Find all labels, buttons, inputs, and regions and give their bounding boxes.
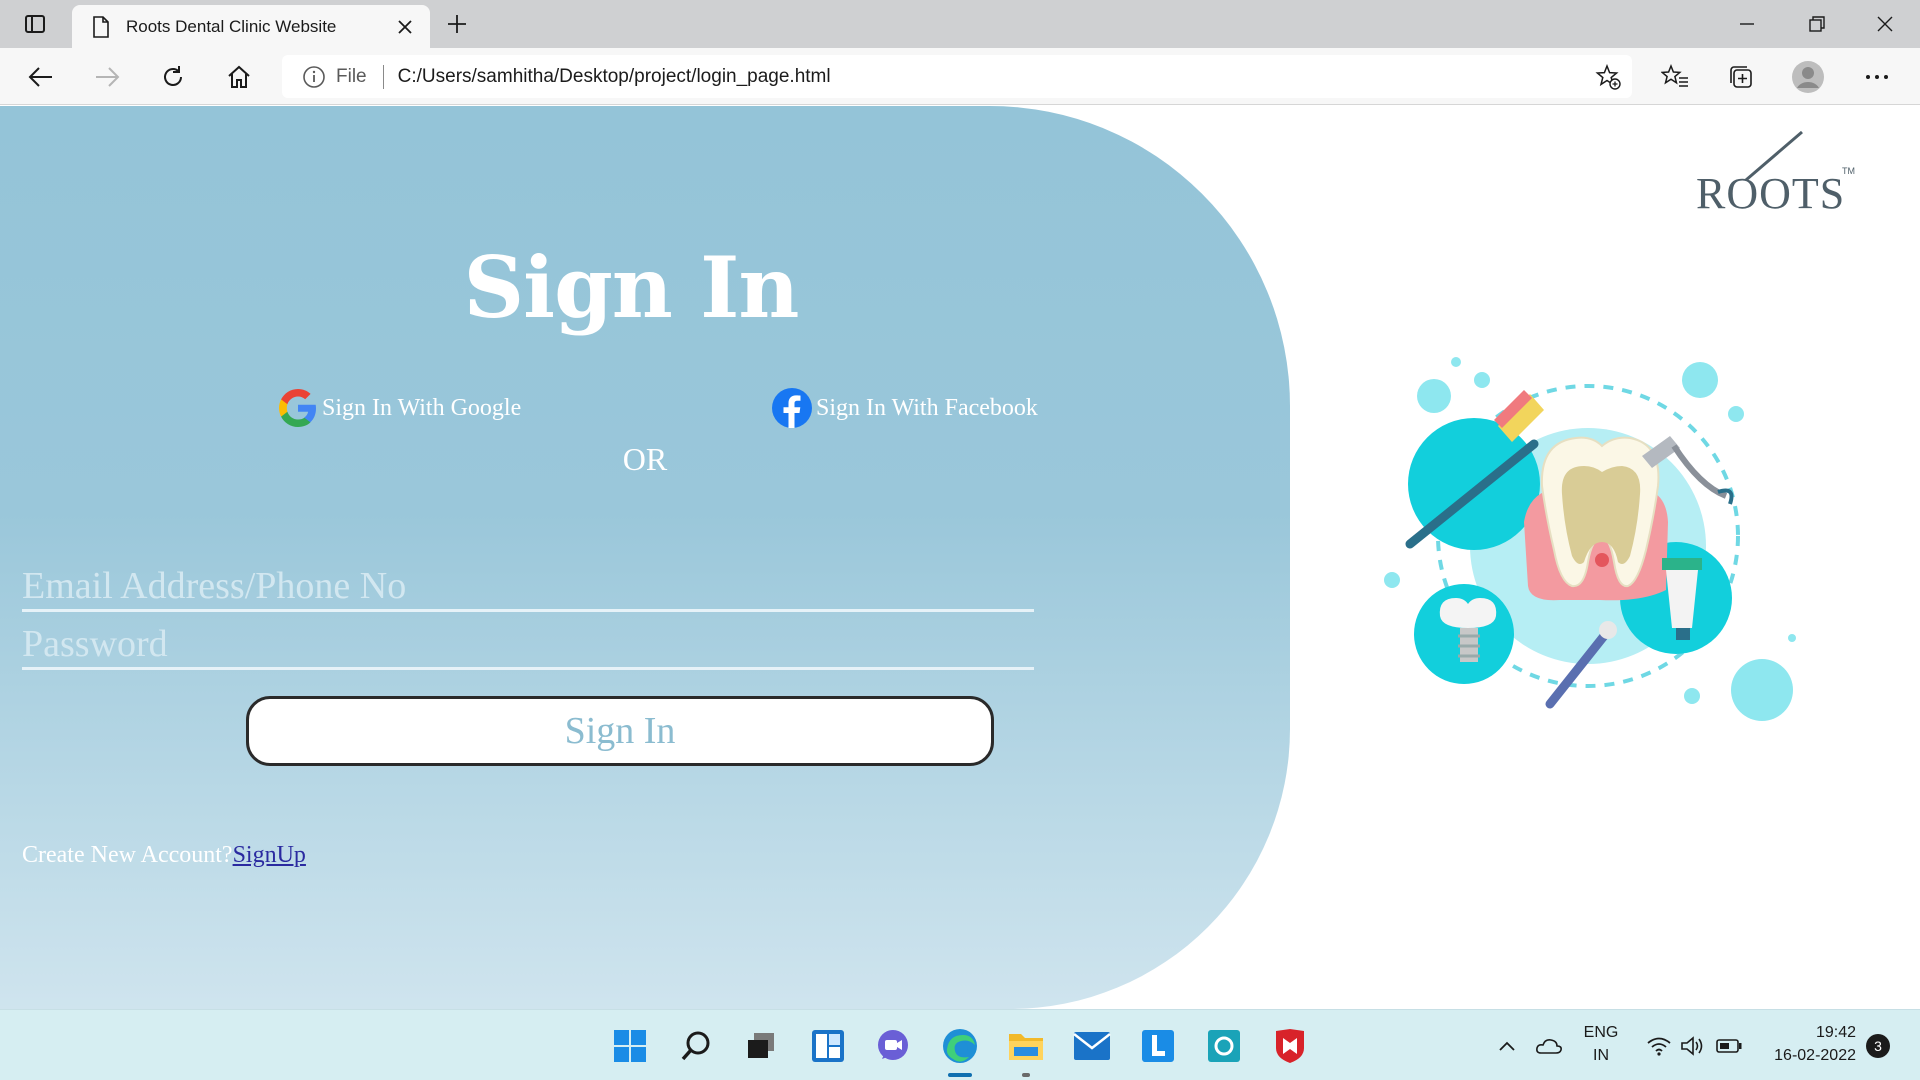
file-explorer-button[interactable] bbox=[1005, 1025, 1047, 1067]
chevron-up-icon bbox=[1499, 1041, 1515, 1051]
edge-icon bbox=[943, 1029, 977, 1063]
windows-logo-icon bbox=[614, 1030, 646, 1062]
onedrive-button[interactable] bbox=[1532, 1025, 1566, 1067]
close-tab-button[interactable] bbox=[394, 16, 416, 38]
dental-illustration bbox=[1384, 357, 1796, 721]
mcafee-button[interactable] bbox=[1269, 1025, 1311, 1067]
restore-button[interactable] bbox=[1782, 0, 1852, 48]
tab-title: Roots Dental Clinic Website bbox=[126, 16, 337, 36]
back-button[interactable] bbox=[22, 58, 60, 96]
task-view-icon bbox=[748, 1033, 774, 1058]
browser-tab-bar: Roots Dental Clinic Website bbox=[0, 0, 1920, 48]
restore-icon bbox=[1809, 16, 1825, 32]
refresh-icon bbox=[164, 66, 182, 86]
volume-button[interactable] bbox=[1678, 1025, 1708, 1067]
signin-heading: Sign In bbox=[463, 238, 800, 337]
refresh-button[interactable] bbox=[154, 58, 192, 96]
clock-time[interactable]: 19:42 bbox=[1756, 1024, 1856, 1042]
forward-button[interactable] bbox=[88, 58, 126, 96]
app-l-button[interactable] bbox=[1137, 1025, 1179, 1067]
create-account-text: Create New Account? bbox=[22, 842, 233, 868]
tab-actions-icon bbox=[25, 15, 45, 33]
back-arrow-icon bbox=[28, 67, 52, 87]
minimize-button[interactable] bbox=[1712, 0, 1782, 48]
logo-text: ROOTS bbox=[1696, 169, 1846, 218]
more-icon bbox=[1866, 75, 1888, 79]
favorites-icon bbox=[1661, 64, 1688, 87]
home-icon bbox=[228, 65, 250, 88]
google-icon bbox=[279, 389, 316, 427]
windows-taskbar: ENG IN 19:42 16-02-2022 bbox=[0, 1009, 1920, 1080]
chat-icon bbox=[878, 1030, 908, 1060]
collections-button[interactable] bbox=[1722, 58, 1760, 96]
close-icon bbox=[1877, 16, 1893, 32]
close-window-button[interactable] bbox=[1850, 0, 1920, 48]
password-input[interactable] bbox=[22, 620, 1034, 670]
clock-date[interactable]: 16-02-2022 bbox=[1756, 1047, 1856, 1065]
favorites-button[interactable] bbox=[1656, 58, 1694, 96]
input-language[interactable]: ENG bbox=[1578, 1024, 1624, 1042]
folder-icon bbox=[1009, 1034, 1043, 1060]
battery-button[interactable] bbox=[1714, 1025, 1744, 1067]
input-region[interactable]: IN bbox=[1578, 1047, 1624, 1065]
page-icon bbox=[93, 15, 109, 38]
active-app-indicator bbox=[948, 1073, 972, 1077]
battery-icon bbox=[1716, 1039, 1742, 1053]
edge-button[interactable] bbox=[939, 1025, 981, 1067]
letter-l-app-icon bbox=[1142, 1030, 1174, 1062]
widgets-button[interactable] bbox=[807, 1025, 849, 1067]
profile-button[interactable] bbox=[1789, 58, 1827, 96]
more-options-button[interactable] bbox=[1858, 58, 1896, 96]
speaker-icon bbox=[1681, 1036, 1703, 1056]
wifi-icon bbox=[1647, 1037, 1671, 1056]
cortana-icon bbox=[1208, 1030, 1240, 1062]
mail-button[interactable] bbox=[1071, 1025, 1113, 1067]
search-button[interactable] bbox=[675, 1025, 717, 1067]
or-divider-label: OR bbox=[622, 441, 668, 477]
new-tab-button[interactable] bbox=[442, 9, 472, 39]
collections-icon bbox=[1730, 66, 1752, 88]
widgets-icon bbox=[812, 1030, 844, 1062]
address-bar[interactable]: File C:/Users/samhitha/Desktop/project/l… bbox=[282, 55, 1632, 98]
notification-badge[interactable]: 3 bbox=[1866, 1034, 1890, 1058]
wifi-button[interactable] bbox=[1644, 1025, 1674, 1067]
avatar-icon bbox=[1792, 61, 1824, 93]
address-url[interactable]: C:/Users/samhitha/Desktop/project/login_… bbox=[398, 66, 831, 88]
browser-toolbar: File C:/Users/samhitha/Desktop/project/l… bbox=[0, 48, 1920, 105]
info-icon[interactable] bbox=[302, 65, 326, 89]
browser-tab[interactable]: Roots Dental Clinic Website bbox=[72, 5, 430, 48]
address-separator bbox=[382, 64, 384, 89]
google-signin-label: Sign In With Google bbox=[322, 394, 522, 421]
running-app-indicator bbox=[1022, 1073, 1030, 1077]
create-account-row: Create New Account?SignUp bbox=[22, 842, 306, 869]
forward-arrow-icon bbox=[96, 67, 120, 87]
add-favorite-button[interactable] bbox=[1594, 63, 1622, 91]
search-icon bbox=[681, 1031, 710, 1061]
signin-submit-button[interactable]: Sign In bbox=[246, 696, 994, 766]
start-button[interactable] bbox=[609, 1025, 651, 1067]
facebook-icon bbox=[772, 388, 812, 428]
home-button[interactable] bbox=[220, 58, 258, 96]
email-input[interactable] bbox=[22, 562, 1034, 612]
google-signin-button[interactable]: Sign In With Google bbox=[276, 386, 521, 430]
task-view-button[interactable] bbox=[740, 1025, 782, 1067]
cloud-icon bbox=[1536, 1039, 1562, 1054]
page-content: Sign In Sign In With Google Sign In With… bbox=[0, 106, 1920, 1009]
minimize-icon bbox=[1740, 23, 1754, 25]
mail-icon bbox=[1073, 1032, 1111, 1060]
chat-button[interactable] bbox=[872, 1025, 914, 1067]
star-plus-icon bbox=[1595, 64, 1621, 90]
show-hidden-icons-button[interactable] bbox=[1494, 1025, 1520, 1067]
signup-link[interactable]: SignUp bbox=[233, 842, 306, 868]
mcafee-shield-icon bbox=[1276, 1029, 1304, 1063]
facebook-signin-button[interactable]: Sign In With Facebook bbox=[770, 386, 1038, 430]
cortana-button[interactable] bbox=[1203, 1025, 1245, 1067]
close-icon bbox=[398, 20, 412, 34]
roots-logo: TM ROOTS bbox=[1690, 128, 1860, 218]
tab-actions-button[interactable] bbox=[14, 9, 56, 39]
plus-icon bbox=[448, 15, 466, 33]
facebook-signin-label: Sign In With Facebook bbox=[816, 394, 1038, 421]
address-scheme-label: File bbox=[336, 65, 367, 87]
